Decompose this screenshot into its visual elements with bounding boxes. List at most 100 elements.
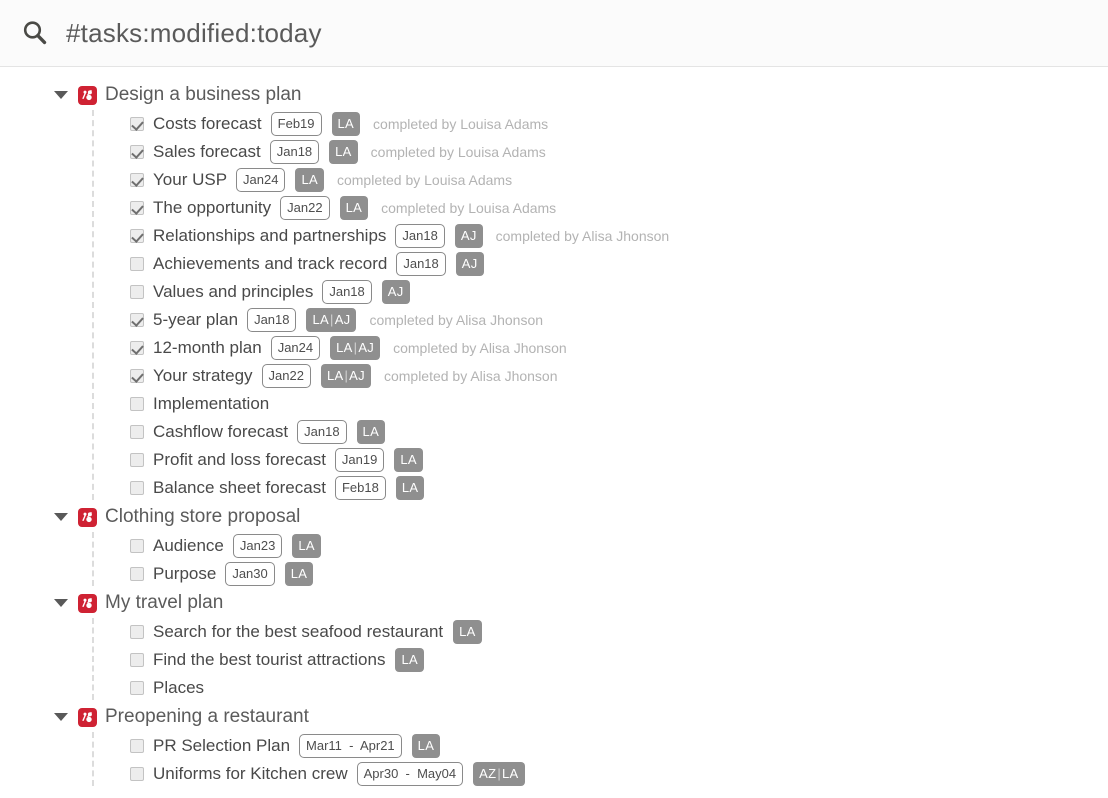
task-checkbox[interactable] <box>130 369 144 383</box>
task-group: Design a business plan Costs forecast Feb1… <box>0 80 1108 502</box>
task-row[interactable]: Audience Jan23 LA <box>0 532 1108 560</box>
task-title: The opportunity <box>153 198 272 217</box>
group-title: Clothing store proposal <box>105 506 301 527</box>
task-row[interactable]: Your strategy Jan22 LA|AJ completed by Alis… <box>0 362 1108 390</box>
group-header[interactable]: Preopening a restaurant <box>0 702 1108 732</box>
task-date-badge[interactable]: Jan24 <box>270 336 321 360</box>
assignee-avatar-chip[interactable]: LA <box>284 562 314 586</box>
task-row[interactable]: Relationships and partnerships Jan18 AJ com… <box>0 222 1108 250</box>
assignee-avatar-chip[interactable]: LA <box>329 140 358 164</box>
assignee-avatar-chip[interactable]: LA|AJ <box>330 336 381 360</box>
task-date-badge[interactable]: Jan18 <box>322 280 372 304</box>
assignee-avatar-chip[interactable]: AJ <box>381 280 410 304</box>
task-checkbox[interactable] <box>130 257 144 271</box>
task-row[interactable]: 5-year plan Jan18 LA|AJ completed by Alisa … <box>0 306 1108 334</box>
chevron-down-icon[interactable] <box>54 713 68 721</box>
task-row[interactable]: Implementation <box>0 390 1108 418</box>
task-date-badge[interactable]: Feb19 <box>270 112 322 136</box>
task-group: Preopening a restaurant PR Selection Plan… <box>0 702 1108 788</box>
search-icon[interactable] <box>20 18 50 48</box>
assignee-avatar-chip[interactable]: AJ <box>455 252 484 276</box>
group-header[interactable]: Design a business plan <box>0 80 1108 110</box>
task-row[interactable]: Cashflow forecast Jan18 LA <box>0 418 1108 446</box>
task-date-badge[interactable]: Jan30 <box>225 562 275 586</box>
task-checkbox[interactable] <box>130 145 144 159</box>
chevron-down-icon[interactable] <box>54 513 68 521</box>
chevron-down-icon[interactable] <box>54 91 68 99</box>
task-row[interactable]: Places <box>0 674 1108 702</box>
group-title: Design a business plan <box>105 84 302 105</box>
assignee-avatar-chip[interactable]: AZ|LA <box>473 762 525 786</box>
search-query-text[interactable]: #tasks:modified:today <box>66 18 322 49</box>
task-date-badge[interactable]: Jan22 <box>261 364 311 388</box>
task-row[interactable]: 12-month plan Jan24 LA|AJ completed by Alis… <box>0 334 1108 362</box>
task-date-badge[interactable]: Jan18 <box>247 308 297 332</box>
assignee-avatar-chip[interactable]: LA|AJ <box>320 364 371 388</box>
task-row[interactable]: Your USP Jan24 LA completed by Louisa Adams <box>0 166 1108 194</box>
task-date-badge[interactable]: Jan18 <box>396 252 446 276</box>
task-checkbox[interactable] <box>130 285 144 299</box>
task-row[interactable]: Profit and loss forecast Jan19 LA <box>0 446 1108 474</box>
assignee-avatar-chip[interactable]: LA <box>411 734 441 758</box>
task-row[interactable]: Values and principles Jan18 AJ <box>0 278 1108 306</box>
assignee-avatar-chip[interactable]: LA <box>453 620 482 644</box>
task-date-badge[interactable]: Jan18 <box>297 420 347 444</box>
task-title: Profit and loss forecast <box>153 450 326 469</box>
task-checkbox[interactable] <box>130 481 144 495</box>
task-row[interactable]: Search for the best seafood restaurant LA <box>0 618 1108 646</box>
task-title: Audience <box>153 536 224 555</box>
task-checkbox[interactable] <box>130 117 144 131</box>
task-checkbox[interactable] <box>130 397 144 411</box>
assignee-avatar-chip[interactable]: LA <box>356 420 386 444</box>
task-checkbox[interactable] <box>130 539 144 553</box>
task-date-badge[interactable]: Jan22 <box>280 196 330 220</box>
assignee-avatar-chip[interactable]: LA <box>339 196 369 220</box>
task-row[interactable]: The opportunity Jan22 LA completed by Louis… <box>0 194 1108 222</box>
assignee-avatar-chip[interactable]: LA|AJ <box>306 308 357 332</box>
task-checkbox[interactable] <box>130 313 144 327</box>
task-checkbox[interactable] <box>130 173 144 187</box>
search-bar[interactable]: #tasks:modified:today <box>0 0 1108 67</box>
task-checkbox[interactable] <box>130 653 144 667</box>
task-checkbox[interactable] <box>130 739 144 753</box>
assignee-avatar-chip[interactable]: LA <box>394 448 423 472</box>
task-group: Clothing store proposal Audience Jan23 LA Pu… <box>0 502 1108 588</box>
task-title: Values and principles <box>153 282 314 301</box>
task-date-badge[interactable]: Apr30 - May04 <box>356 762 464 786</box>
task-row[interactable]: Uniforms for Kitchen crew Apr30 - May04 AZ… <box>0 760 1108 788</box>
task-date-badge[interactable]: Jan18 <box>269 140 320 164</box>
assignee-avatar-chip[interactable]: AJ <box>454 224 483 248</box>
task-checkbox[interactable] <box>130 567 144 581</box>
task-date-badge[interactable]: Jan24 <box>236 168 286 192</box>
task-date-badge[interactable]: Feb18 <box>334 476 386 500</box>
task-row[interactable]: Balance sheet forecast Feb18 LA <box>0 474 1108 502</box>
task-checkbox[interactable] <box>130 681 144 695</box>
task-checkbox[interactable] <box>130 453 144 467</box>
task-row[interactable]: Costs forecast Feb19 LA completed by Louisa… <box>0 110 1108 138</box>
task-date-badge[interactable]: Mar11 - Apr21 <box>299 734 402 758</box>
task-checkbox[interactable] <box>130 201 144 215</box>
group-header[interactable]: My travel plan <box>0 588 1108 618</box>
chevron-down-icon[interactable] <box>54 599 68 607</box>
task-row[interactable]: Sales forecast Jan18 LA completed by Louisa… <box>0 138 1108 166</box>
task-checkbox[interactable] <box>130 767 144 781</box>
assignee-avatar-chip[interactable]: LA <box>295 168 324 192</box>
task-date-badge[interactable]: Jan19 <box>334 448 385 472</box>
task-date-badge[interactable]: Jan18 <box>395 224 445 248</box>
task-date-badge[interactable]: Jan23 <box>232 534 283 558</box>
assignee-avatar-chip[interactable]: LA <box>331 112 361 136</box>
completed-by-label: completed by Alisa Jhonson <box>383 368 558 384</box>
task-checkbox[interactable] <box>130 229 144 243</box>
task-row[interactable]: PR Selection Plan Mar11 - Apr21 LA <box>0 732 1108 760</box>
task-checkbox[interactable] <box>130 425 144 439</box>
task-row[interactable]: Find the best tourist attractions LA <box>0 646 1108 674</box>
group-header[interactable]: Clothing store proposal <box>0 502 1108 532</box>
task-checkbox[interactable] <box>130 625 144 639</box>
task-row[interactable]: Achievements and track record Jan18 AJ <box>0 250 1108 278</box>
assignee-avatar-chip[interactable]: LA <box>395 648 424 672</box>
assignee-avatar-chip[interactable]: LA <box>395 476 425 500</box>
task-row[interactable]: Purpose Jan30 LA <box>0 560 1108 588</box>
task-checkbox[interactable] <box>130 341 144 355</box>
assignee-avatar-chip[interactable]: LA <box>292 534 321 558</box>
task-title: Achievements and track record <box>153 254 388 273</box>
